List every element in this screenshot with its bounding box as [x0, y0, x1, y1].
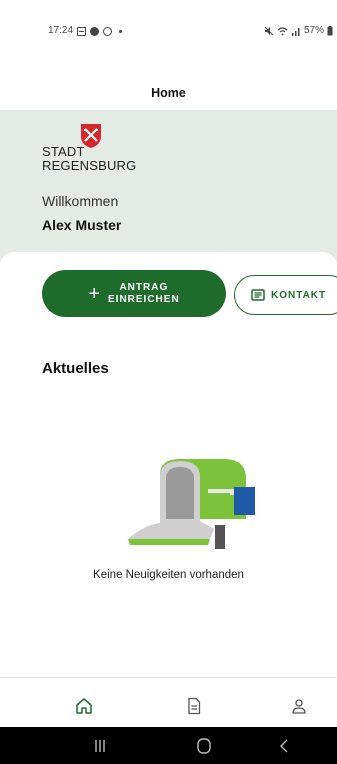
- app-screen: 17:24 57% Home STADT REGENSBURG Willkomm…: [0, 0, 337, 764]
- battery-percentage: 57%: [303, 25, 324, 36]
- recent-apps-icon[interactable]: [90, 737, 110, 755]
- bottom-navigation: [0, 677, 337, 727]
- battery-icon: [327, 26, 333, 36]
- status-left: 17:24: [48, 25, 123, 36]
- status-bar: 17:24 57%: [0, 0, 337, 58]
- submit-application-button[interactable]: + ANTRAG EINREICHEN: [42, 270, 226, 317]
- page-title: Home: [151, 86, 186, 100]
- submit-application-line-2: EINREICHEN: [108, 293, 180, 305]
- document-icon: [188, 697, 201, 715]
- nav-home[interactable]: [75, 697, 95, 717]
- home-icon: [76, 698, 92, 714]
- account-notification-icon: [90, 26, 100, 36]
- contact-button[interactable]: KONTAKT: [234, 275, 337, 315]
- sync-notification-icon: [103, 26, 113, 36]
- logo-line-2: REGENSBURG: [42, 158, 137, 173]
- signal-icon: [291, 28, 300, 36]
- status-time: 17:24: [48, 25, 74, 36]
- welcome-banner: [0, 110, 337, 262]
- empty-mailbox-illustration: [128, 459, 255, 549]
- more-notifications-icon: [119, 29, 123, 33]
- submit-application-label: ANTRAG EINREICHEN: [108, 282, 180, 306]
- welcome-text: Willkommen: [42, 193, 119, 209]
- system-navigation-bar: [0, 727, 337, 764]
- contact-label: KONTAKT: [271, 289, 327, 301]
- home-button-icon[interactable]: [194, 737, 214, 755]
- back-icon[interactable]: [274, 737, 294, 755]
- profile-icon: [292, 699, 306, 714]
- message-icon: [251, 289, 265, 301]
- nav-profile[interactable]: [290, 697, 310, 717]
- city-logo: STADT REGENSBURG: [42, 145, 136, 173]
- logo-line-1: STADT: [42, 144, 85, 159]
- empty-news-message: Keine Neuigkeiten vorhanden: [93, 569, 244, 581]
- mute-icon: [264, 26, 274, 36]
- status-right: 57%: [264, 26, 333, 36]
- user-name: Alex Muster: [42, 217, 122, 233]
- wifi-icon: [277, 27, 288, 36]
- news-section-title: Aktuelles: [42, 360, 109, 377]
- nav-documents[interactable]: [185, 697, 205, 717]
- submit-application-line-1: ANTRAG: [119, 281, 169, 293]
- gallery-notification-icon: [77, 26, 87, 36]
- plus-icon: +: [88, 282, 100, 305]
